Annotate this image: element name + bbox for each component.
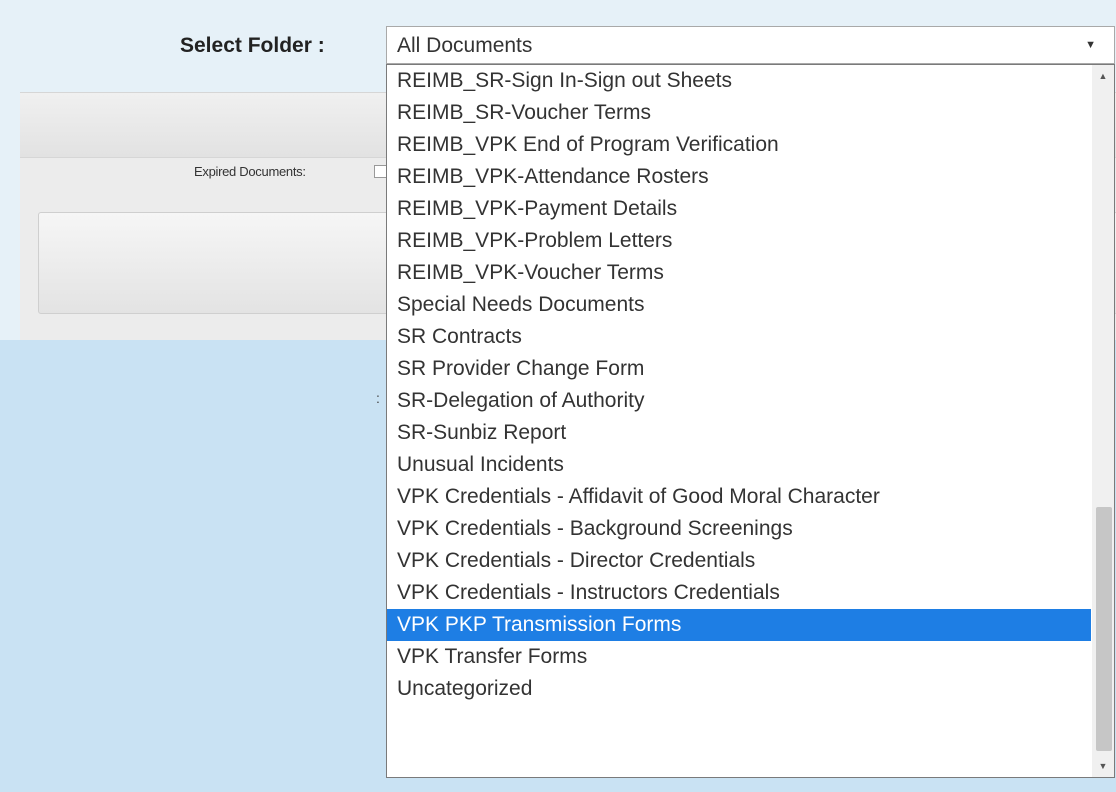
folder-option[interactable]: REIMB_SR-Voucher Terms <box>387 97 1091 129</box>
folder-option[interactable]: REIMB_VPK End of Program Verification <box>387 129 1091 161</box>
folder-option[interactable]: VPK Credentials - Instructors Credential… <box>387 577 1091 609</box>
chevron-down-icon[interactable]: ▼ <box>1085 39 1096 51</box>
folder-option[interactable]: Unusual Incidents <box>387 449 1091 481</box>
background-text: : <box>376 390 380 406</box>
scrollbar-thumb[interactable] <box>1096 507 1112 751</box>
folder-option[interactable]: REIMB_VPK-Attendance Rosters <box>387 161 1091 193</box>
select-folder-label: Select Folder : <box>180 34 325 57</box>
folder-option[interactable]: VPK Credentials - Director Credentials <box>387 545 1091 577</box>
folder-option[interactable]: SR-Sunbiz Report <box>387 417 1091 449</box>
dropdown-scrollbar[interactable]: ▲ ▼ <box>1092 65 1114 777</box>
folder-option[interactable]: VPK Credentials - Background Screenings <box>387 513 1091 545</box>
folder-options: REIMB_SR-Sign In-Sign out Sheets REIMB_S… <box>387 65 1091 705</box>
folder-option[interactable]: REIMB_VPK-Problem Letters <box>387 225 1091 257</box>
folder-option[interactable]: VPK Transfer Forms <box>387 641 1091 673</box>
scroll-down-arrow-icon[interactable]: ▼ <box>1092 761 1114 771</box>
folder-dropdown-list[interactable]: REIMB_SR-Sign In-Sign out Sheets REIMB_S… <box>386 64 1115 778</box>
folder-option[interactable]: VPK PKP Transmission Forms <box>387 609 1091 641</box>
folder-option[interactable]: VPK Credentials - Affidavit of Good Mora… <box>387 481 1091 513</box>
scroll-up-arrow-icon[interactable]: ▲ <box>1092 71 1114 81</box>
folder-option[interactable]: SR Provider Change Form <box>387 353 1091 385</box>
folder-select[interactable]: All Documents ▼ <box>386 26 1115 64</box>
folder-option[interactable]: SR Contracts <box>387 321 1091 353</box>
folder-option[interactable]: REIMB_VPK-Payment Details <box>387 193 1091 225</box>
folder-option[interactable]: Special Needs Documents <box>387 289 1091 321</box>
folder-option[interactable]: Uncategorized <box>387 673 1091 705</box>
folder-select-value: All Documents <box>397 34 533 57</box>
folder-option[interactable]: REIMB_SR-Sign In-Sign out Sheets <box>387 65 1091 97</box>
folder-option[interactable]: SR-Delegation of Authority <box>387 385 1091 417</box>
folder-option[interactable]: REIMB_VPK-Voucher Terms <box>387 257 1091 289</box>
expired-documents-label: Expired Documents: <box>194 164 306 179</box>
